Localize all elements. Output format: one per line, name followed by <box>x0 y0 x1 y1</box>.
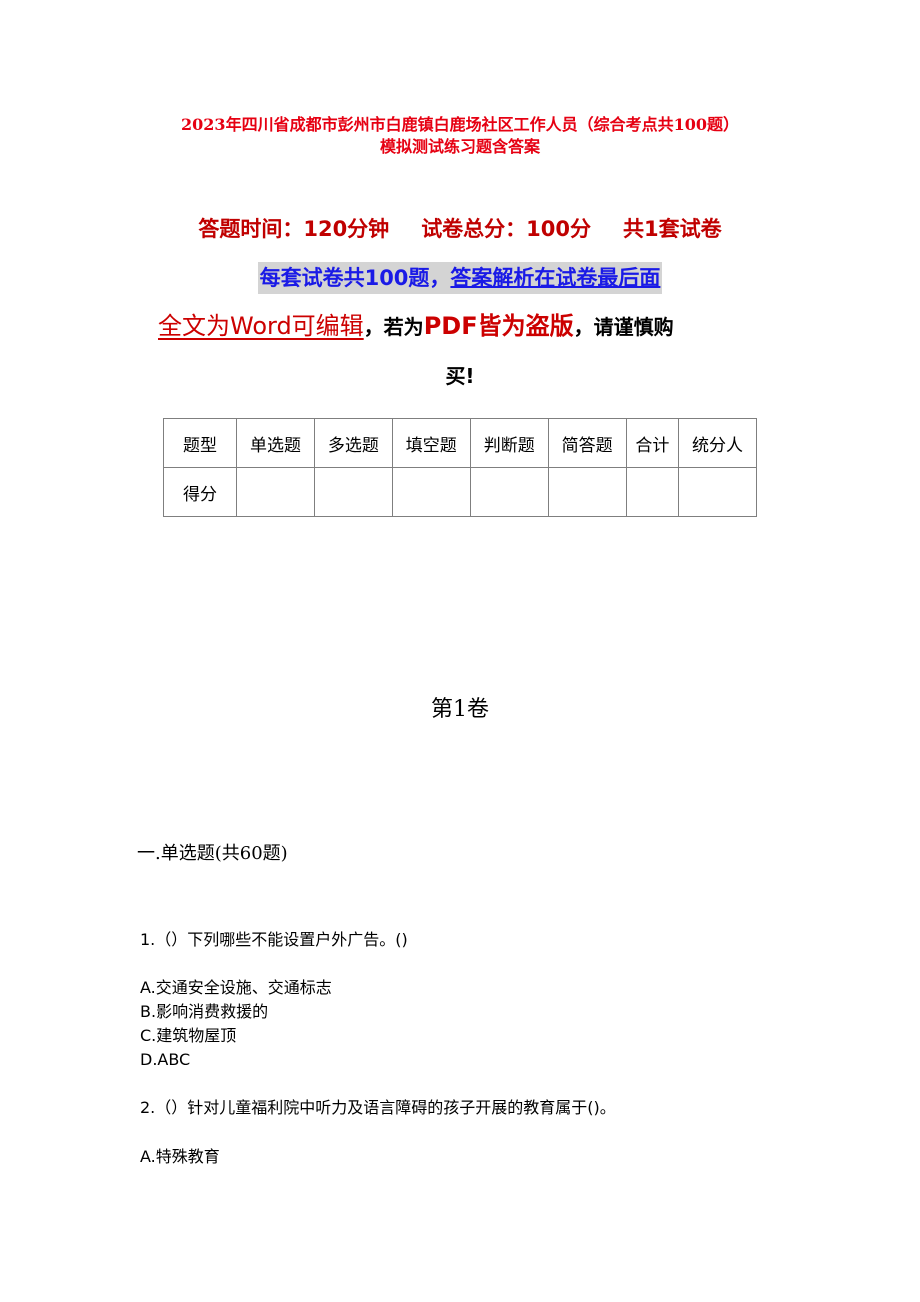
notice-pdf-piracy: PDF皆为盗版 <box>423 312 574 340</box>
score-cell <box>547 467 627 517</box>
header-cell: 统分人 <box>678 418 757 468</box>
volume-title: 第1卷 <box>431 697 489 722</box>
question-stem: 2.（）针对儿童福利院中听力及语言障碍的孩子开展的教育属于()。 <box>140 1098 616 1117</box>
score-cell <box>469 467 549 517</box>
document-title-line-2: 模拟测试练习题含答案 <box>379 137 540 156</box>
header-cell: 多选题 <box>313 418 393 468</box>
notice-caution: ，请谨慎购 <box>573 315 674 339</box>
score-table: 题型 单选题 多选题 填空题 判断题 简答题 合计 统分人 得分 <box>163 418 757 517</box>
header-cell: 判断题 <box>469 418 549 468</box>
notice-line-2: 买! <box>445 364 475 388</box>
banner: 每套试卷共100题，答案解析在试卷最后面 <box>0 262 920 294</box>
header-cell: 题型 <box>163 418 237 468</box>
score-table-score-row: 得分 <box>163 467 757 517</box>
header-cell: 填空题 <box>391 418 471 468</box>
notice: 全文为Word可编辑，若为PDF皆为盗版，请谨慎购 <box>158 308 768 345</box>
banner-part-2: 答案解析在试卷最后面 <box>450 266 661 290</box>
exam-time: 答题时间：120分钟 <box>198 217 390 241</box>
score-table-header-row: 题型 单选题 多选题 填空题 判断题 简答题 合计 统分人 <box>163 418 757 468</box>
document-title-line-1: 2023年四川省成都市彭州市白鹿镇白鹿场社区工作人员（综合考点共100题） <box>181 115 739 134</box>
score-cell <box>236 467 315 517</box>
header-cell: 合计 <box>625 418 680 468</box>
section-title: 一.单选题(共60题) <box>137 843 288 864</box>
question-option: B.影响消费救援的 <box>140 1002 269 1021</box>
score-cell <box>625 467 680 517</box>
question-option: A.特殊教育 <box>140 1147 220 1166</box>
score-cell: 得分 <box>163 467 237 517</box>
score-cell <box>313 467 393 517</box>
question-option: C.建筑物屋顶 <box>140 1026 237 1045</box>
exam-sets: 共1套试卷 <box>623 217 722 241</box>
question-option: A.交通安全设施、交通标志 <box>140 978 332 997</box>
header-cell: 简答题 <box>547 418 627 468</box>
question-option: D.ABC <box>140 1050 191 1069</box>
score-cell <box>391 467 471 517</box>
exam-meta: 答题时间：120分钟 试卷总分：100分 共1套试卷 <box>0 214 920 244</box>
question-stem: 1.（）下列哪些不能设置户外广告。() <box>140 930 408 949</box>
notice-sep: ，若为 <box>363 315 424 339</box>
exam-total-score: 试卷总分：100分 <box>421 217 592 241</box>
banner-part-1: 每套试卷共100题， <box>259 266 451 290</box>
notice-word-editable: 全文为Word可编辑 <box>158 312 364 340</box>
score-cell <box>678 467 757 517</box>
header-cell: 单选题 <box>236 418 315 468</box>
banner-highlight: 每套试卷共100题，答案解析在试卷最后面 <box>257 262 663 294</box>
